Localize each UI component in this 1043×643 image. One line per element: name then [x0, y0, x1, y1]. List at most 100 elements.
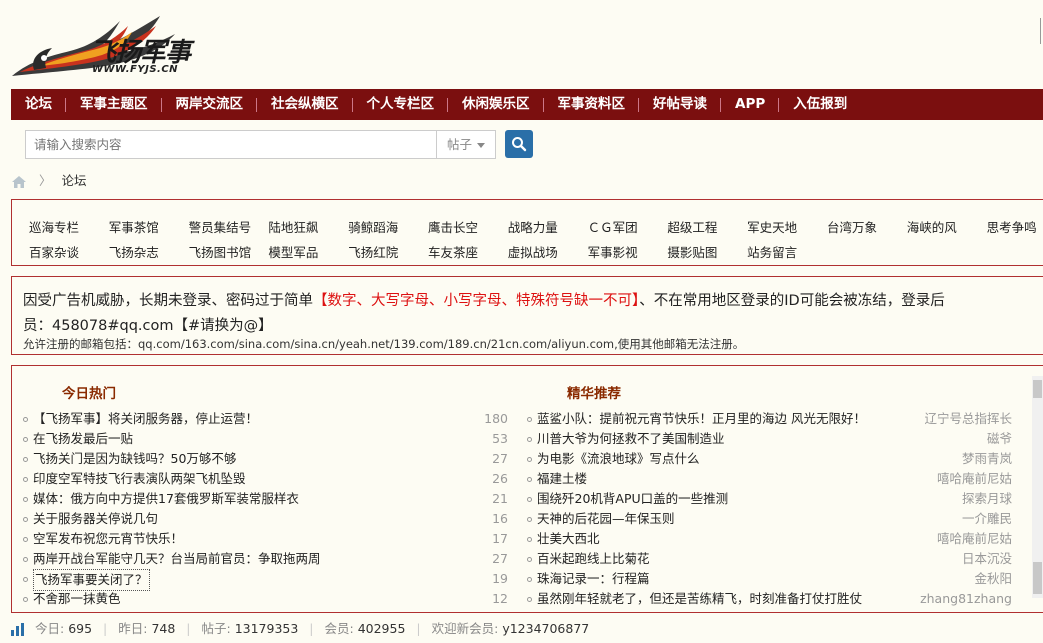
category-link[interactable]: 百家杂谈: [29, 242, 109, 261]
search-type-select[interactable]: 帖子: [436, 130, 496, 159]
list-item[interactable]: 川普大爷为何拯救不了美国制造业 磁爷: [527, 429, 1012, 449]
list-item[interactable]: 虽然刚年轻就老了，但还是苦练精飞，时刻准备打仗打胜仗 zhang81zhang: [527, 589, 1012, 609]
post-title[interactable]: 蓝鲨小队：提前祝元宵节快乐！正月里的海边 风光无限好！: [537, 409, 866, 429]
home-icon[interactable]: [11, 175, 27, 189]
bullet-icon: [527, 497, 532, 502]
nav-item-columns[interactable]: 个人专栏区: [353, 89, 449, 120]
category-link[interactable]: 军史天地: [747, 217, 827, 236]
post-author[interactable]: 金秋阳: [892, 569, 1012, 589]
category-link[interactable]: 超级工程: [667, 217, 747, 236]
nav-item-forum[interactable]: 论坛: [11, 89, 66, 120]
stat-newest-member[interactable]: y1234706877: [502, 621, 589, 636]
nav-item-society[interactable]: 社会纵横区: [257, 89, 353, 120]
list-item[interactable]: 飞扬关门是因为缺钱吗？50万够不够 27: [23, 449, 508, 469]
post-title[interactable]: 为电影《流浪地球》写点什么: [537, 449, 700, 469]
category-link[interactable]: 模型军品: [268, 242, 348, 261]
post-author[interactable]: 磁爷: [892, 429, 1012, 449]
category-link[interactable]: 巡海专栏: [29, 217, 109, 236]
list-item[interactable]: 两岸开战台军能守几天？台当局前官员：争取拖两周 27: [23, 549, 508, 569]
post-title[interactable]: 飞扬关门是因为缺钱吗？50万够不够: [33, 449, 236, 469]
category-link[interactable]: 战略力量: [508, 217, 588, 236]
list-item[interactable]: 在飞扬发最后一贴 53: [23, 429, 508, 449]
post-title[interactable]: 关于服务器关停说几句: [33, 509, 158, 529]
breadcrumb-current[interactable]: 论坛: [61, 173, 86, 188]
list-item[interactable]: 为电影《流浪地球》写点什么 梦雨青岚: [527, 449, 1012, 469]
list-item[interactable]: 不舍那一抹黄色 12: [23, 589, 508, 609]
post-author[interactable]: 梦雨青岚: [892, 449, 1012, 469]
category-link[interactable]: 台湾万象: [827, 217, 907, 236]
post-author[interactable]: 辽宁号总指挥长: [892, 409, 1012, 429]
nav-item-enlist[interactable]: 入伍报到: [779, 89, 861, 120]
category-link[interactable]: 虚拟战场: [508, 242, 588, 261]
post-title[interactable]: 【飞扬军事】将关闭服务器，停止运营！: [33, 409, 258, 429]
list-item[interactable]: 印度空军特技飞行表演队两架飞机坠毁 26: [23, 469, 508, 489]
category-link[interactable]: 飞扬红院: [348, 242, 428, 261]
list-item[interactable]: 蓝鲨小队：提前祝元宵节快乐！正月里的海边 风光无限好！ 辽宁号总指挥长: [527, 409, 1012, 429]
post-title[interactable]: 天神的后花园—年保玉则: [537, 509, 675, 529]
category-link[interactable]: 站务留言: [747, 242, 827, 261]
post-title[interactable]: 印度空军特技飞行表演队两架飞机坠毁: [33, 469, 246, 489]
post-title[interactable]: 不舍那一抹黄色: [33, 589, 121, 609]
post-title[interactable]: 媒体：俄方向中方提供17套俄罗斯军装常服样衣: [33, 489, 299, 509]
list-item[interactable]: 飞扬军事要关闭了？ 19: [23, 569, 508, 591]
post-title[interactable]: 壮美大西北: [537, 529, 600, 549]
category-link[interactable]: 陆地狂飙: [268, 217, 348, 236]
post-author[interactable]: 一介雕民: [892, 509, 1012, 529]
search-input[interactable]: [25, 130, 437, 159]
post-author[interactable]: 日本沉没: [892, 549, 1012, 569]
post-title[interactable]: 飞扬军事要关闭了？: [33, 569, 150, 591]
post-title[interactable]: 在飞扬发最后一贴: [33, 429, 133, 449]
list-item[interactable]: 珠海记录一：行程篇 金秋阳: [527, 569, 1012, 589]
nav-item-app[interactable]: APP: [721, 89, 780, 120]
category-link[interactable]: 鹰击长空: [428, 217, 508, 236]
nav-item-good-posts[interactable]: 好帖导读: [639, 89, 721, 120]
category-link[interactable]: 思考争鸣: [987, 217, 1043, 236]
scroll-thumb[interactable]: [1033, 562, 1042, 594]
nav-item-cross-strait[interactable]: 两岸交流区: [162, 89, 258, 120]
category-link[interactable]: 军事影视: [588, 242, 668, 261]
category-link[interactable]: 飞扬图书馆: [189, 242, 269, 261]
post-title[interactable]: 川普大爷为何拯救不了美国制造业: [537, 429, 725, 449]
category-link[interactable]: 海峡的风: [907, 217, 987, 236]
list-item[interactable]: 围绕歼20机背APU口盖的一些推测 探索月球: [527, 489, 1012, 509]
post-title[interactable]: 围绕歼20机背APU口盖的一些推测: [537, 489, 728, 509]
category-link[interactable]: 军事茶馆: [109, 217, 189, 236]
post-count: 180: [484, 411, 508, 426]
category-link[interactable]: 摄影贴图: [667, 242, 747, 261]
list-item[interactable]: 福建土楼 嘻哈庵前尼姑: [527, 469, 1012, 489]
category-link[interactable]: 骑鲸蹈海: [348, 217, 428, 236]
post-author[interactable]: zhang81zhang: [892, 589, 1012, 609]
list-item[interactable]: 百米起跑线上比菊花 日本沉没: [527, 549, 1012, 569]
category-link[interactable]: ＣＧ军团: [588, 217, 668, 236]
category-link[interactable]: 飞扬杂志: [109, 242, 189, 261]
scrollbar[interactable]: [1032, 376, 1043, 598]
post-author[interactable]: 探索月球: [892, 489, 1012, 509]
list-item[interactable]: 关于服务器关停说几句 16: [23, 509, 508, 529]
stat-posts-label: 帖子:: [201, 621, 231, 636]
list-item[interactable]: 天神的后花园—年保玉则 一介雕民: [527, 509, 1012, 529]
post-title[interactable]: 百米起跑线上比菊花: [537, 549, 650, 569]
nav-item-leisure[interactable]: 休闲娱乐区: [448, 89, 544, 120]
nav-item-military-data[interactable]: 军事资料区: [544, 89, 640, 120]
nav-item-military-topics[interactable]: 军事主题区: [66, 89, 162, 120]
post-title[interactable]: 珠海记录一：行程篇: [537, 569, 650, 589]
post-author[interactable]: 嘻哈庵前尼姑: [892, 529, 1012, 549]
site-logo[interactable]: 飞扬军事 WWW.FYJS.CN: [10, 6, 210, 82]
post-author[interactable]: 嘻哈庵前尼姑: [892, 469, 1012, 489]
search-button[interactable]: [505, 130, 533, 158]
scroll-up-handle[interactable]: [1033, 380, 1042, 398]
main-nav: 论坛 军事主题区 两岸交流区 社会纵横区 个人专栏区 休闲娱乐区 军事资料区 好…: [11, 89, 1043, 120]
post-title[interactable]: 空军发布祝您元宵节快乐！: [33, 529, 183, 549]
category-link[interactable]: 警员集结号: [189, 217, 269, 236]
list-item[interactable]: 空军发布祝您元宵节快乐！ 17: [23, 529, 508, 549]
bullet-icon: [527, 417, 532, 422]
post-title[interactable]: 两岸开战台军能守几天？台当局前官员：争取拖两周: [33, 549, 321, 569]
post-title[interactable]: 虽然刚年轻就老了，但还是苦练精飞，时刻准备打仗打胜仗: [537, 589, 862, 609]
category-link[interactable]: 车友茶座: [428, 242, 508, 261]
category-row: 百家杂谈 飞扬杂志 飞扬图书馆 模型军品 飞扬红院 车友茶座 虚拟战场 军事影视 摄影贴图 站务留…: [29, 242, 827, 260]
list-item[interactable]: 【飞扬军事】将关闭服务器，停止运营！ 180: [23, 409, 508, 429]
list-item[interactable]: 媒体：俄方向中方提供17套俄罗斯军装常服样衣 21: [23, 489, 508, 509]
post-title[interactable]: 福建土楼: [537, 469, 587, 489]
list-item[interactable]: 壮美大西北 嘻哈庵前尼姑: [527, 529, 1012, 549]
stat-divider: |: [309, 621, 314, 636]
